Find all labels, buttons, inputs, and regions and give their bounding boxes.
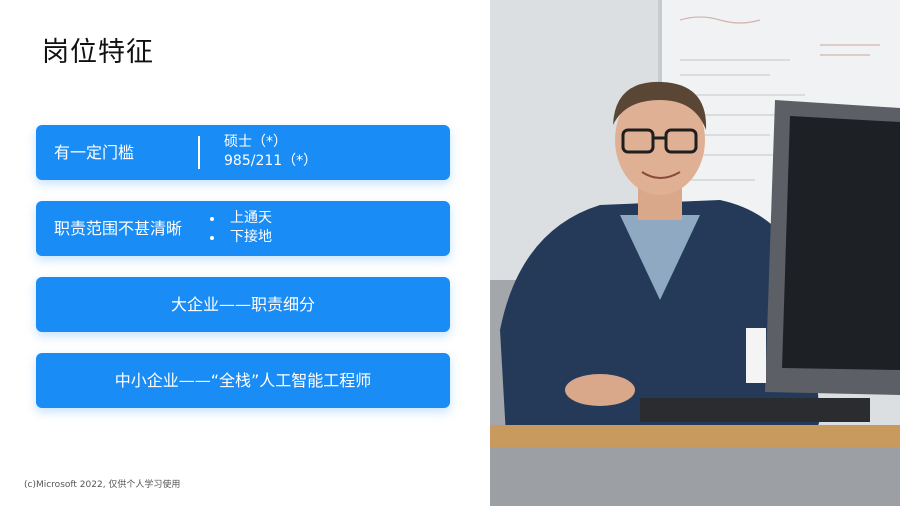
card-label: 职责范围不甚清晰 [54, 219, 183, 238]
bullet-item: 下接地 [208, 228, 272, 247]
content-panel: 岗位特征 有一定门槛 硕士（*） 985/211（*） 职责范围不甚清晰 上通天… [0, 0, 490, 506]
presenter-illustration [490, 0, 900, 506]
card-bullets: 上通天 下接地 [208, 209, 272, 247]
presenter-photo [490, 0, 900, 506]
copyright-footer: (c)Microsoft 2022, 仅供个人学习使用 [24, 480, 181, 490]
card-scope: 职责范围不甚清晰 上通天 下接地 [36, 201, 450, 256]
card-text: 大企业——职责细分 [170, 295, 315, 314]
card-details: 硕士（*） 985/211（*） [224, 133, 317, 171]
slide: 岗位特征 有一定门槛 硕士（*） 985/211（*） 职责范围不甚清晰 上通天… [0, 0, 900, 506]
card-threshold: 有一定门槛 硕士（*） 985/211（*） [36, 125, 450, 180]
detail-line: 985/211（*） [224, 153, 318, 169]
card-divider [198, 136, 200, 169]
card-small-enterprise: 中小企业——“全栈”人工智能工程师 [36, 353, 450, 408]
card-large-enterprise: 大企业——职责细分 [36, 277, 450, 332]
bullet-item: 上通天 [208, 209, 272, 228]
slide-title: 岗位特征 [42, 37, 154, 68]
card-label: 有一定门槛 [54, 143, 135, 162]
card-text: 中小企业——“全栈”人工智能工程师 [114, 371, 372, 390]
detail-line: 硕士（*） [224, 134, 287, 150]
